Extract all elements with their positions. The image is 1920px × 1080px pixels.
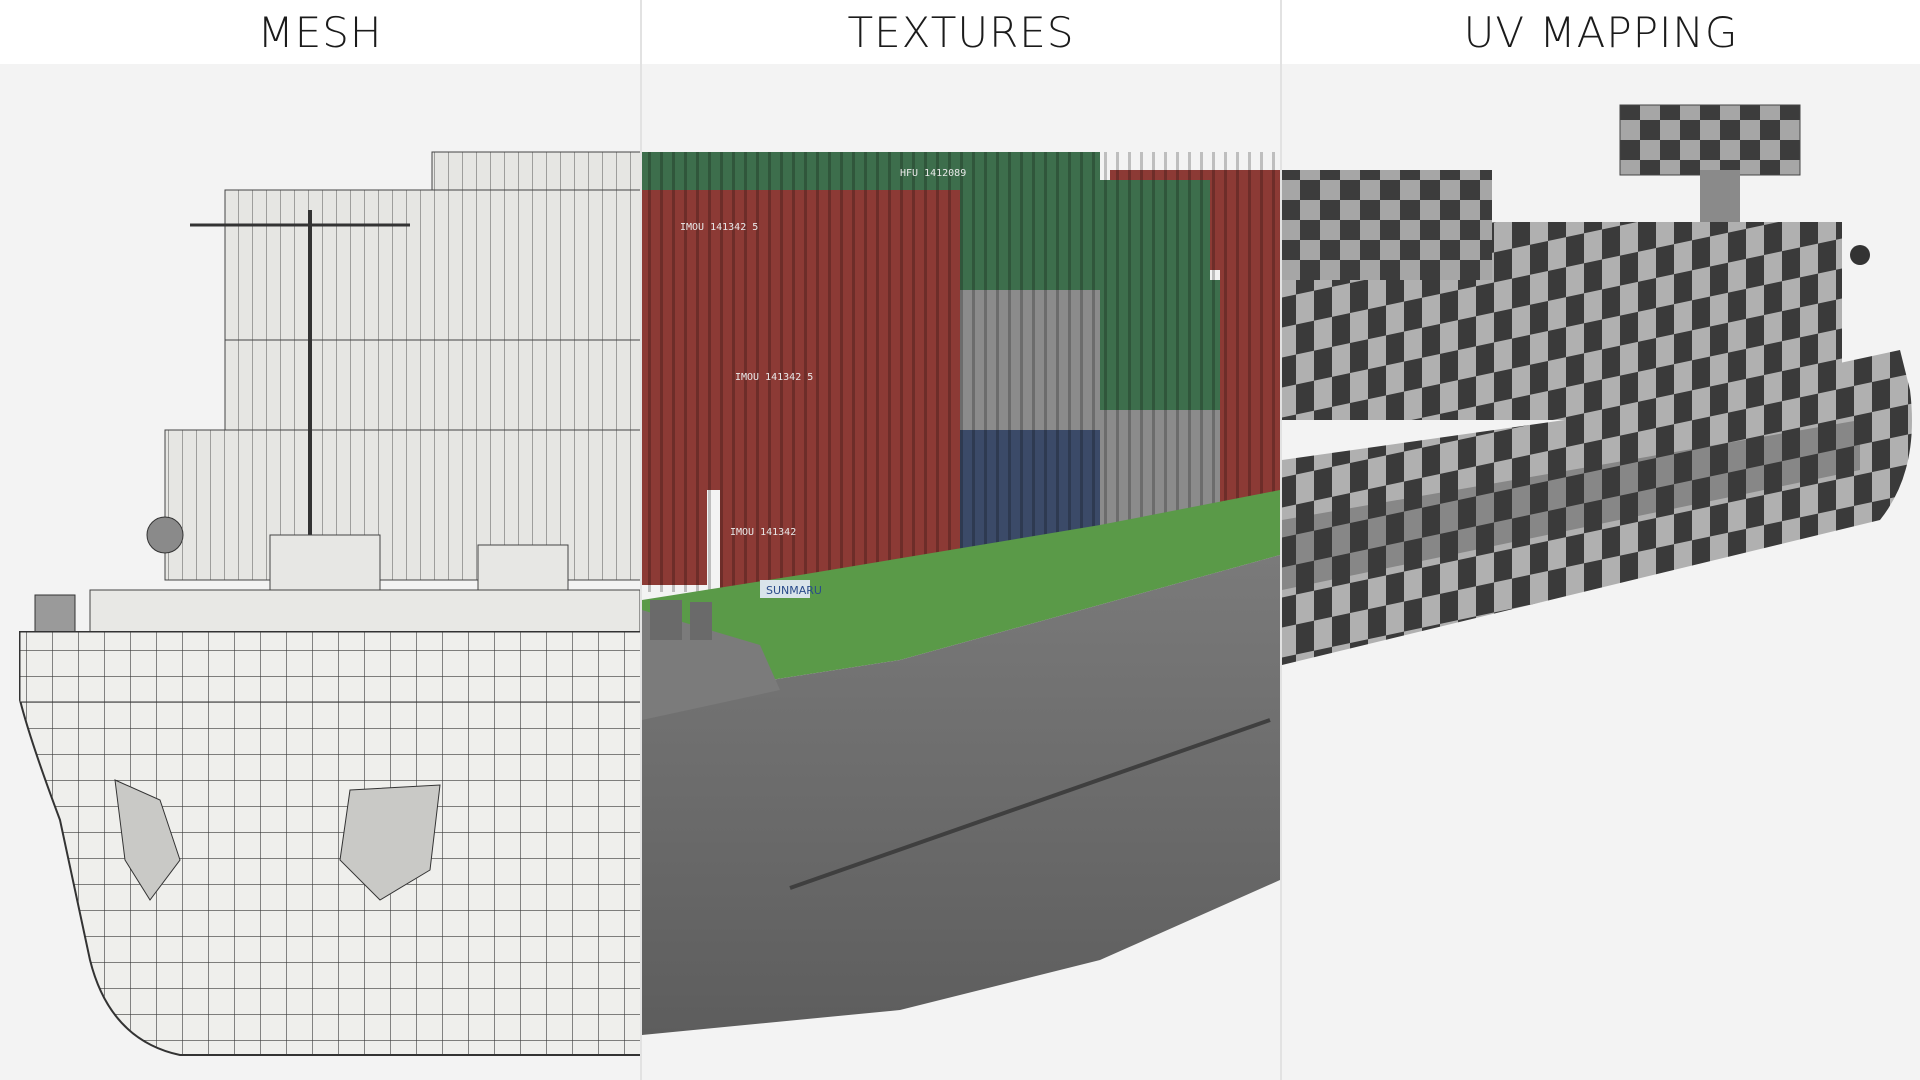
comparison-stage: SUNMARU IMOU 141342 5 IMOU 141342 5 HFU … [0,0,1920,1080]
panel-title-textures: TEXTURES [642,0,1280,64]
container-code: HFU 1412089 [900,168,966,179]
container-code: IMOU 141342 5 [735,372,813,383]
uv-panel-render [1282,104,1912,665]
panel-divider [1280,0,1282,1080]
textures-panel-render: SUNMARU IMOU 141342 5 IMOU 141342 5 HFU … [642,152,1280,1035]
panel-title-uv-mapping: UV MAPPING [1282,0,1920,64]
panel-title-mesh: MESH [0,0,640,64]
container-code: IMOU 141342 [730,527,796,538]
ship-badge: SUNMARU [766,584,822,597]
container-code: IMOU 141342 5 [680,222,758,233]
panel-divider [640,0,642,1080]
ship-render: SUNMARU IMOU 141342 5 IMOU 141342 5 HFU … [19,104,1912,1056]
mesh-panel-render [19,151,640,1056]
